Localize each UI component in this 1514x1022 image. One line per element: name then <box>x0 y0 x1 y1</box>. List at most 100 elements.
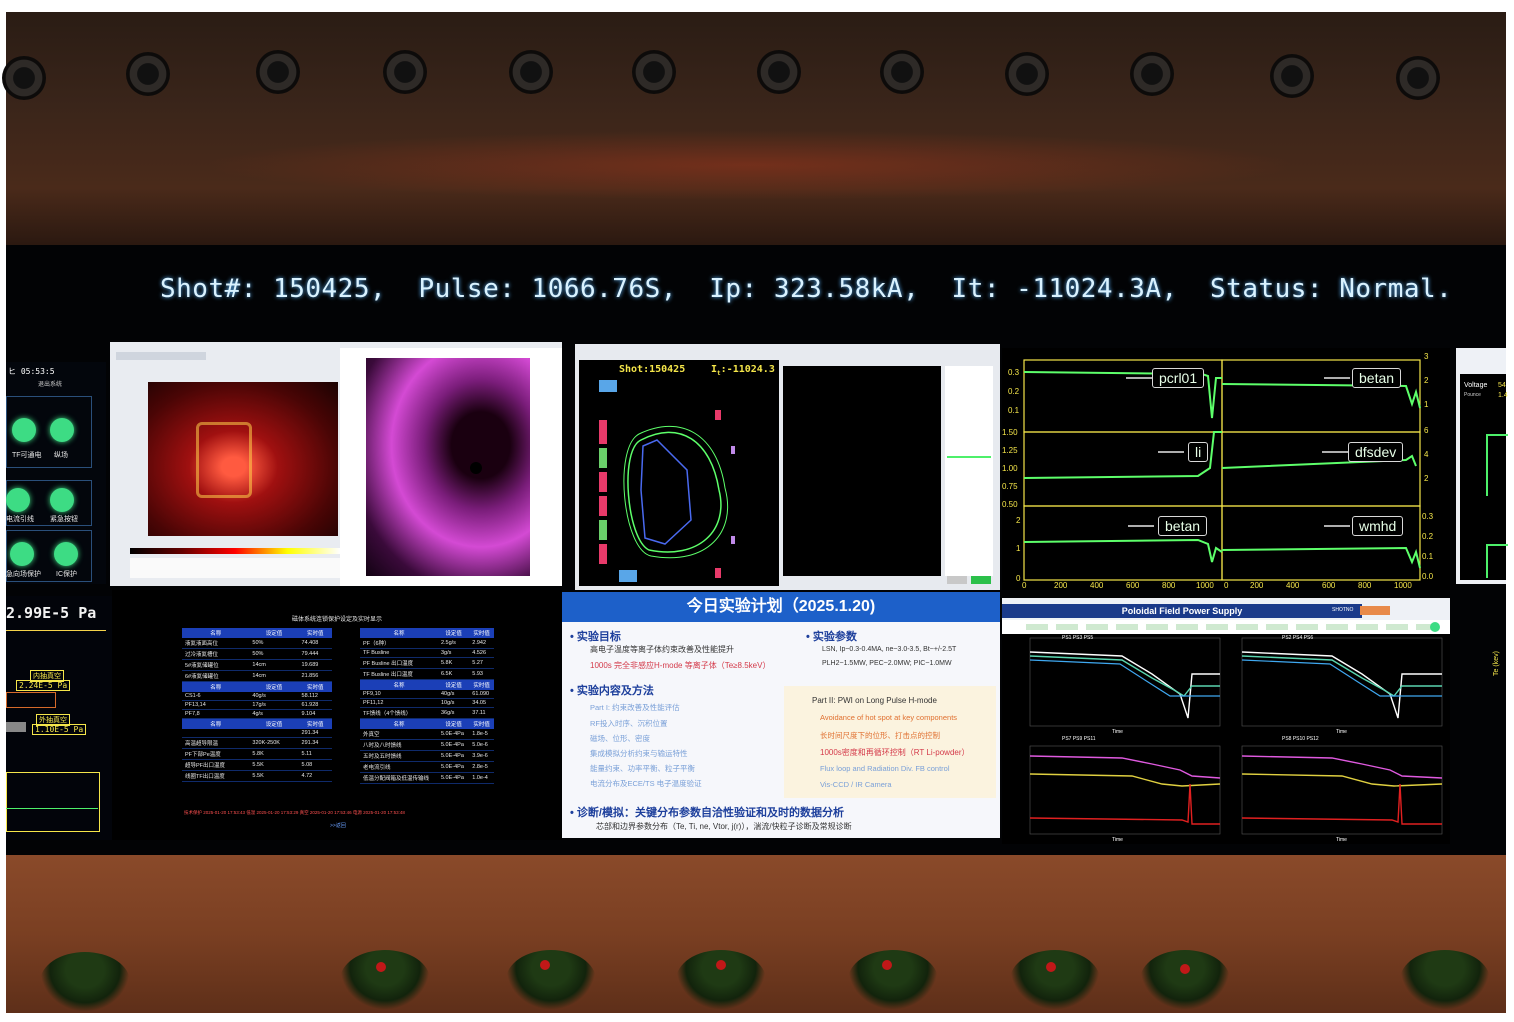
part1-heading: Part I: 约束改善及性能评估 <box>590 703 680 712</box>
ok-button[interactable] <box>947 576 967 584</box>
ic-protect-lamp-icon <box>54 542 78 566</box>
plan-title: 今日实验计划（2025.1.20) <box>562 592 1000 622</box>
table-row: 线圈TF出口温度 5.5K 4.72 <box>182 770 332 782</box>
x-tick: 200 <box>1250 581 1264 590</box>
back-link[interactable]: >>返回 <box>330 822 346 829</box>
tick-label: 1 <box>1016 544 1021 553</box>
pf-title: Poloidal Field Power Supply <box>1002 604 1362 618</box>
table-row: 液氦液面高位 50% 74.408 <box>182 638 332 649</box>
tick-label: 0.2 <box>1008 387 1020 396</box>
field-protect-lamp-icon <box>10 542 34 566</box>
tick-label: 1.25 <box>1002 446 1018 455</box>
emergency-button-lamp-icon <box>50 488 74 512</box>
plasma-boundary-plot <box>599 380 735 582</box>
tick-label: 0 <box>1016 574 1021 583</box>
shotno-label: SHOTNO <box>1332 607 1354 613</box>
speaker-icon <box>1270 54 1314 98</box>
table-row: 5#液氦储罐位 14cm 19.689 <box>182 659 332 671</box>
camera-window <box>110 342 562 586</box>
exit-system-button[interactable]: 退出系统 <box>6 377 106 390</box>
diagnostic-traces: pcrl01 betan li dfsdev betan wmhd 0.3 0.… <box>1002 348 1450 590</box>
x-tick: 400 <box>1090 581 1104 590</box>
table-row: 老电流引线 5.0E-4Pa 2.8e-5 <box>360 761 494 773</box>
table-row: PF9,10 40g/s 61.090 <box>360 690 494 699</box>
tick-label: 1 <box>1424 400 1429 409</box>
magnet-table-title: 磁体系统连锁保护设定及实时显示 <box>291 617 382 623</box>
tick-label: 4 <box>1424 450 1429 459</box>
plant-icon <box>1400 950 1490 1010</box>
param-item: LSN, Ip~0.3-0.4MA, ne~3.0-3.5, Bt~+/-2.5… <box>822 646 957 653</box>
power-value: 1.4 <box>1498 392 1508 399</box>
current-lead-lamp-icon <box>6 488 30 512</box>
part2-item: Avoidance of hot spot at key components <box>820 713 958 722</box>
tick-label: 0.1 <box>1008 406 1020 415</box>
pf-x-label: Time <box>1112 837 1123 843</box>
part1-item: RF投入时序、沉积位置 <box>590 719 668 728</box>
lamp-label: 纵场 <box>54 452 68 459</box>
table-row: PF13,14 17g/s 61.928 <box>182 700 332 710</box>
pf-legend: PS2 PS4 PS6 <box>1282 635 1314 641</box>
visible-camera-image <box>366 358 530 576</box>
pf-x-label: Time <box>1336 837 1347 843</box>
pf-power-supply-window: Poloidal Field Power Supply SHOTNO PS1 P… <box>1002 598 1450 844</box>
speaker-icon <box>757 50 801 94</box>
shot-number: Shot#: 150425, <box>160 274 387 304</box>
tick-label: 1.00 <box>1002 464 1018 473</box>
lamp-label: 电流引线 <box>6 516 34 523</box>
x-tick: 400 <box>1286 581 1300 590</box>
goal-item: 1000s 完全非感应H-mode 等离子体（Te≥8.5keV） <box>590 661 771 670</box>
toroidal-current: It: -11024.3A, <box>951 274 1178 304</box>
tick-label: 1.50 <box>1002 428 1018 437</box>
part1-item: 能量约束、功率平衡、粒子平衡 <box>590 764 695 773</box>
equilibrium-window: Shot:150425 It:-11024.3 <box>575 344 1000 590</box>
tf-power-lamp-icon <box>12 418 36 442</box>
outer-vacuum-value: 1.10E-5 Pa <box>32 724 87 735</box>
tick-label: 0.3 <box>1422 512 1434 521</box>
x-tick: 800 <box>1358 581 1372 590</box>
tick-label: 0.50 <box>1002 500 1018 509</box>
pf-legend: PS8 PS10 PS12 <box>1282 736 1319 742</box>
speaker-icon <box>126 52 170 96</box>
tick-label: 2 <box>1424 376 1429 385</box>
vacuum-pressure: 2.99E-5 Pa <box>6 604 97 622</box>
table-row: PF下部Pe温度 5.8K 5.11 <box>182 748 332 760</box>
lamp-label: 紧急按钮 <box>50 516 78 523</box>
color-scale-bar <box>130 548 340 554</box>
tick-label: 0.1 <box>1422 552 1434 561</box>
speaker-icon <box>1130 52 1174 96</box>
table-row: 超导PF出口温度 5.5K 5.08 <box>182 759 332 771</box>
tick-label: 2 <box>1016 516 1021 525</box>
plant-icon <box>506 950 596 1010</box>
start-button[interactable] <box>971 576 991 584</box>
part2-item: 1000s密度和再循环控制（RT Li-powder） <box>820 748 970 757</box>
speaker-icon <box>383 50 427 94</box>
x-tick: 1000 <box>1196 581 1214 590</box>
x-tick: 0 <box>1224 581 1229 590</box>
plant-icon <box>40 952 130 1012</box>
legend-betan: betan <box>1352 368 1402 388</box>
shotno-input[interactable] <box>1360 606 1390 615</box>
table-row: 五时及五时馈线 5.0E-4Pa 3.9e-6 <box>360 750 494 762</box>
part2-item: Flux loop and Radiation Div. FB control <box>820 764 950 773</box>
legend-wmhd: wmhd <box>1352 516 1404 536</box>
tick-label: 0.75 <box>1002 482 1018 491</box>
table-row: PF Busline 出口温度 5.8K 5.27 <box>360 657 494 669</box>
table-row: 过冷液氦槽位 50% 79.444 <box>182 648 332 660</box>
magnet-table-left: 名称 设定值 实时值 液氦液面高位 50% 74.408 过冷液氦槽位 50% 79.444… <box>182 628 332 782</box>
vacuum-trend-plot <box>6 772 100 832</box>
clock: ヒ 05:53:5 <box>8 367 55 376</box>
table-row: 高温超导限温 320K-250K 291.34 <box>182 737 332 749</box>
lamp-label: TF可通电 <box>12 452 42 459</box>
diagnostics-heading: • 诊断/模拟：关键分布参数自洽性验证和及时的数据分析 <box>570 807 844 819</box>
x-tick: 1000 <box>1394 581 1412 590</box>
part1-item: 磁场、位形、密度 <box>590 734 650 743</box>
pf-x-label: Time <box>1336 729 1347 735</box>
shot-status-bar: Shot#: 150425, Pulse: 1066.76S, Ip: 323.… <box>160 274 1452 304</box>
pulse-length: Pulse: 1066.76S, <box>418 274 677 304</box>
table-row: PF（6种） 2.5g/s 2.942 <box>360 638 494 649</box>
speaker-icon <box>1005 52 1049 96</box>
flower-icon <box>1046 962 1056 972</box>
part1-item: 集成模拟分析约束与输运特性 <box>590 749 688 758</box>
flower-icon <box>882 960 892 970</box>
plant-icon <box>1140 950 1230 1010</box>
